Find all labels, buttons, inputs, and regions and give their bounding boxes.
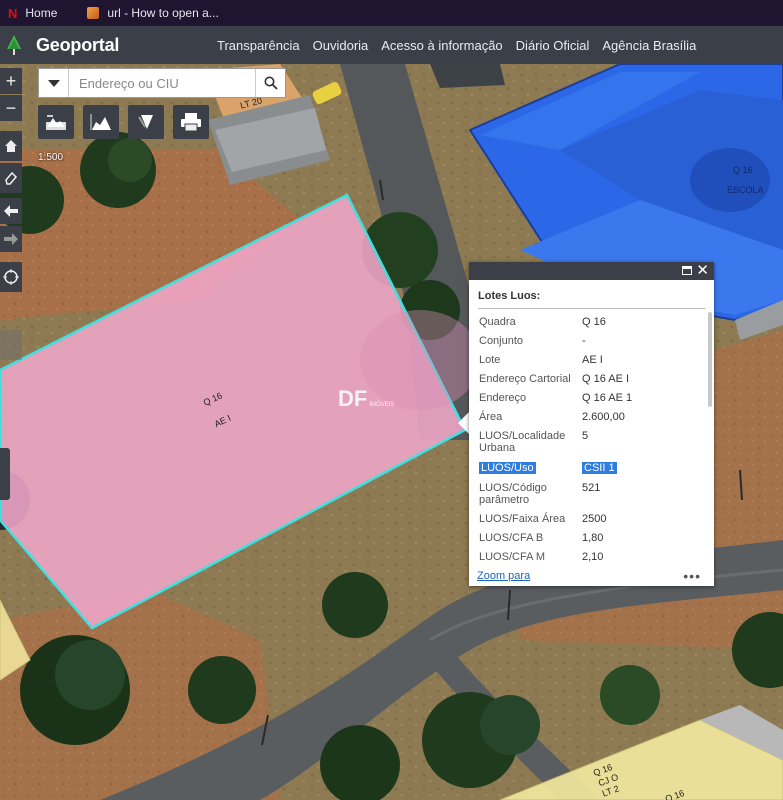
elevation-profile-button[interactable] xyxy=(83,105,119,139)
map-label-school-name: ESCOLA xyxy=(727,185,764,195)
watermark-text: DF xyxy=(338,386,368,411)
locate-icon xyxy=(3,269,19,285)
next-extent-button[interactable] xyxy=(0,226,22,252)
app-header: Geoportal Transparência Ouvidoria Acesso… xyxy=(0,26,783,64)
eraser-icon xyxy=(5,171,18,185)
zoom-in-button[interactable]: + xyxy=(0,68,22,94)
print-button[interactable] xyxy=(173,105,209,139)
map-label-school-quadra: Q 16 xyxy=(733,165,753,175)
home-button[interactable] xyxy=(0,131,22,161)
watermark-small-text: IMÓVEIS xyxy=(369,402,395,408)
search-icon xyxy=(264,76,278,90)
address-search-input[interactable] xyxy=(69,70,255,96)
feature-info-popup: ✕ Lotes Luos: Quadra Q 16 Conjunto - Lote A… xyxy=(469,262,714,586)
nav-transparencia[interactable]: Transparência xyxy=(217,38,300,53)
browser-tab-bar: N Home url - How to open a... xyxy=(0,0,783,26)
basemap-icon xyxy=(46,115,66,130)
popup-titlebar: ✕ xyxy=(469,262,714,280)
browser-tab-url[interactable]: url - How to open a... xyxy=(79,0,226,26)
stackoverflow-icon xyxy=(87,7,100,19)
nav-agencia-brasilia[interactable]: Agência Brasília xyxy=(602,38,696,53)
elevation-icon xyxy=(90,114,111,130)
popup-attributes: Quadra Q 16 Conjunto - Lote AE I Endereço C… xyxy=(479,316,633,563)
browser-tab-home[interactable]: N Home xyxy=(0,0,65,26)
tab-label-url: url - How to open a... xyxy=(107,6,219,20)
zoom-out-button[interactable]: − xyxy=(0,95,22,121)
map-scale-label: 1:500 xyxy=(38,152,64,163)
eraser-button[interactable] xyxy=(0,163,22,193)
nav-acesso-informacao[interactable]: Acesso à informação xyxy=(381,38,502,53)
home-icon xyxy=(5,140,17,152)
close-icon[interactable]: ✕ xyxy=(696,262,709,279)
tab-label-home: Home xyxy=(25,6,58,20)
watermark-logo: DF IMÓVEIS xyxy=(338,386,394,412)
popup-title: Lotes Luos: xyxy=(478,290,541,302)
popup-footer: Zoom para ••• xyxy=(477,568,707,584)
locate-button[interactable] xyxy=(0,262,22,292)
map-toolbar xyxy=(38,105,209,139)
basemap-button[interactable] xyxy=(38,105,74,139)
netflix-icon: N xyxy=(8,5,18,21)
app-title: Geoportal xyxy=(36,34,120,55)
arrow-right-icon xyxy=(4,233,18,245)
geoportal-logo-icon xyxy=(7,35,21,55)
caret-down-icon xyxy=(47,79,60,87)
zoom-to-link[interactable]: Zoom para xyxy=(477,570,530,582)
top-nav: Transparência Ouvidoria Acesso à informa… xyxy=(217,26,696,64)
arrow-left-icon xyxy=(4,205,18,217)
search-source-dropdown[interactable] xyxy=(39,69,69,97)
more-options-icon[interactable]: ••• xyxy=(683,568,701,584)
side-panel-toggle[interactable] xyxy=(0,448,10,500)
maximize-icon[interactable] xyxy=(682,266,692,275)
measure-icon xyxy=(138,115,153,129)
nav-diario-oficial[interactable]: Diário Oficial xyxy=(516,38,590,53)
measure-button[interactable] xyxy=(128,105,164,139)
nav-ouvidoria[interactable]: Ouvidoria xyxy=(313,38,369,53)
print-icon xyxy=(181,113,201,132)
popup-scrollbar[interactable] xyxy=(708,312,712,407)
popup-pointer xyxy=(458,412,469,434)
search-button[interactable] xyxy=(255,69,285,97)
previous-extent-button[interactable] xyxy=(0,198,22,224)
address-search-box xyxy=(38,68,286,98)
